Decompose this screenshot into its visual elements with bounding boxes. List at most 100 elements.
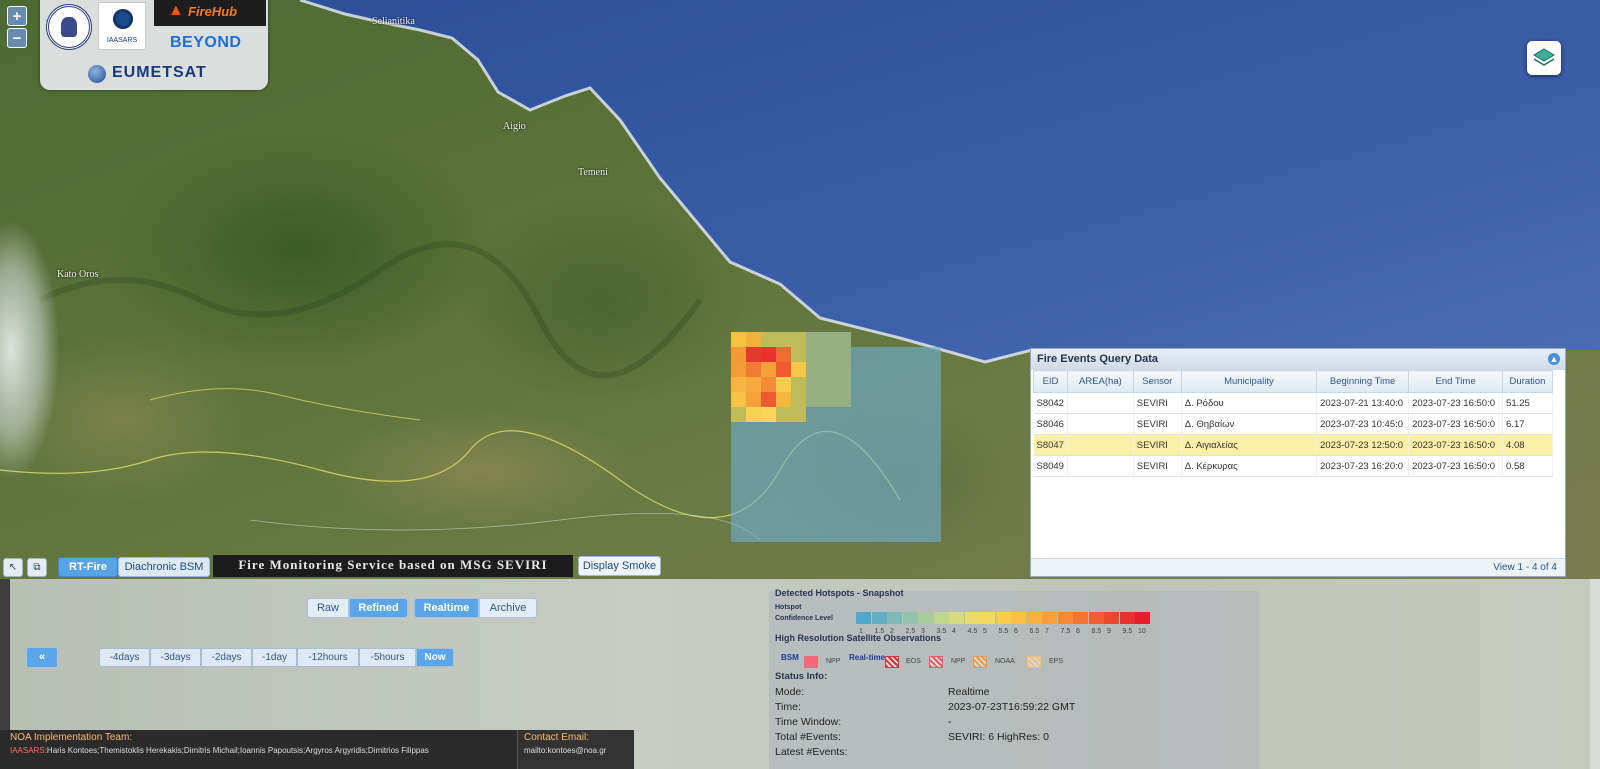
team-panel: NOA Implementation Team: IAASARS:Haris K… xyxy=(0,730,517,769)
contact-email-link[interactable]: mailto:kontoes@noa.gr xyxy=(524,746,606,755)
hotspot-cell xyxy=(731,347,746,362)
hotspot-cell xyxy=(746,422,761,437)
hotspot-cell xyxy=(926,347,941,362)
hotspot-cell xyxy=(761,347,776,362)
hotspot-cell xyxy=(851,362,866,377)
hotspot-cell xyxy=(791,422,806,437)
time-button[interactable]: -3days xyxy=(150,648,201,667)
hotspot-cell xyxy=(896,497,911,512)
ramp-swatch xyxy=(933,612,949,624)
hotspot-cell xyxy=(821,437,836,452)
hotspot-cell xyxy=(881,497,896,512)
column-header[interactable]: AREA(ha) xyxy=(1066,370,1134,393)
hotspot-cell xyxy=(776,437,791,452)
time-button[interactable]: -2days xyxy=(201,648,252,667)
column-header[interactable]: Municipality xyxy=(1180,370,1318,393)
display-smoke-button[interactable]: Display Smoke xyxy=(578,556,661,576)
cloud-cover xyxy=(0,220,60,480)
hotspot-cell xyxy=(791,332,806,347)
ramp-tick-label: 10 xyxy=(1138,628,1146,635)
hotspot-cell xyxy=(911,467,926,482)
hotspot-cell xyxy=(881,527,896,542)
archive-toggle[interactable]: Archive xyxy=(479,598,537,618)
place-label: Selianitika xyxy=(372,16,415,27)
status-label: Latest #Events: xyxy=(775,746,848,758)
ramp-swatch xyxy=(1011,612,1026,624)
ramp-tick-label: 6.5 xyxy=(1029,628,1040,635)
status-value: SEVIRI: 6 HighRes: 0 xyxy=(948,731,1049,743)
contact-panel: Contact Email: mailto:kontoes@noa.gr xyxy=(517,730,634,769)
hotspot-cell xyxy=(911,482,926,497)
rt-fire-button[interactable]: RT-Fire xyxy=(58,557,118,577)
hotspot-cell xyxy=(836,437,851,452)
time-button[interactable]: -12hours xyxy=(297,648,359,667)
hotspot-cell xyxy=(881,452,896,467)
hotspot-cell xyxy=(836,467,851,482)
team-names: IAASARS:Haris Kontoes;Themistoklis Herek… xyxy=(10,746,429,755)
fire-events-header: Fire Events Query Data ▲ xyxy=(1031,349,1565,370)
bsm-npp-swatch xyxy=(804,656,818,668)
collapse-icon[interactable]: ▲ xyxy=(1548,353,1560,365)
zoom-out-button[interactable]: − xyxy=(7,28,27,48)
hotspot-cell xyxy=(881,512,896,527)
hotspot-cell xyxy=(731,332,746,347)
table-cell-duration: 51.25 xyxy=(1502,392,1553,414)
hotspot-cell xyxy=(821,422,836,437)
hotspot-cell xyxy=(926,437,941,452)
rewind-button[interactable]: « xyxy=(26,647,58,668)
hotspot-cell xyxy=(926,362,941,377)
hotspot-cell xyxy=(746,362,761,377)
table-row[interactable]: S8049 SEVIRI Δ. Κέρκυρας 2023-07-23 16:20:0… xyxy=(1033,455,1553,477)
hotspot-cell xyxy=(926,482,941,497)
hotspot-cell xyxy=(836,332,851,347)
table-cell-end: 2023-07-23 16:50:0 xyxy=(1408,392,1504,414)
table-row[interactable]: S8046 SEVIRI Δ. Θηβαίων 2023-07-23 10:45:0 2… xyxy=(1033,413,1553,435)
column-header[interactable]: End Time xyxy=(1408,370,1504,393)
window-tool-icon[interactable]: ⧉ xyxy=(27,558,47,577)
hotspot-cell xyxy=(836,497,851,512)
hotspot-cell xyxy=(761,482,776,497)
hotspot-cell xyxy=(866,482,881,497)
hotspot-cell xyxy=(851,422,866,437)
status-label: Total #Events: xyxy=(775,731,841,743)
ramp-tick-label: 7 xyxy=(1045,628,1049,635)
hotspot-cell xyxy=(911,347,926,362)
zoom-in-button[interactable]: + xyxy=(7,6,27,26)
column-header[interactable]: Beginning Time xyxy=(1316,370,1410,393)
hotspot-cell xyxy=(761,467,776,482)
hotspot-cell xyxy=(926,392,941,407)
diachronic-bsm-button[interactable]: Diachronic BSM xyxy=(118,557,210,577)
layers-button[interactable] xyxy=(1527,41,1561,75)
table-row[interactable]: S8042 SEVIRI Δ. Ρόδου 2023-07-21 13:40:0 202… xyxy=(1033,392,1553,414)
legend-status-panel: Detected Hotspots - Snapshot Hotspot Con… xyxy=(769,588,1259,769)
time-button[interactable]: -1day xyxy=(252,648,297,667)
realtime-toggle[interactable]: Realtime xyxy=(414,598,479,618)
refined-toggle[interactable]: Refined xyxy=(349,598,408,618)
column-header[interactable]: Duration xyxy=(1502,370,1553,393)
hotspot-cell xyxy=(791,362,806,377)
hotspot-cell xyxy=(866,527,881,542)
ramp-swatch xyxy=(902,612,918,624)
hotspot-cell xyxy=(896,512,911,527)
iaasars-logo: IAASARS xyxy=(98,2,146,50)
hotspot-cell xyxy=(761,362,776,377)
time-button-now[interactable]: Now xyxy=(416,648,454,667)
hotspot-cell xyxy=(851,497,866,512)
hotspot-cell xyxy=(791,452,806,467)
hotspot-cell xyxy=(866,407,881,422)
hotspot-cell xyxy=(836,422,851,437)
partner-logos: IAASARS ▲ FireHub BEYOND EUMETSAT xyxy=(40,0,268,90)
raw-toggle[interactable]: Raw xyxy=(307,598,349,618)
table-row[interactable]: S8047 SEVIRI Δ. Αιγιαλείας 2023-07-23 12:50… xyxy=(1033,434,1553,456)
hotspot-cell xyxy=(821,467,836,482)
column-header[interactable]: EID xyxy=(1033,370,1068,393)
time-button[interactable]: -4days xyxy=(99,648,150,667)
column-header[interactable]: Sensor xyxy=(1132,370,1182,393)
hotspot-cell xyxy=(926,467,941,482)
time-button[interactable]: -5hours xyxy=(359,648,416,667)
hotspot-cell xyxy=(806,527,821,542)
table-cell-eid: S8047 xyxy=(1033,434,1068,456)
cursor-tool-icon[interactable]: ↖ xyxy=(3,558,23,577)
hotspot-cell xyxy=(911,452,926,467)
hotspot-cell xyxy=(911,377,926,392)
